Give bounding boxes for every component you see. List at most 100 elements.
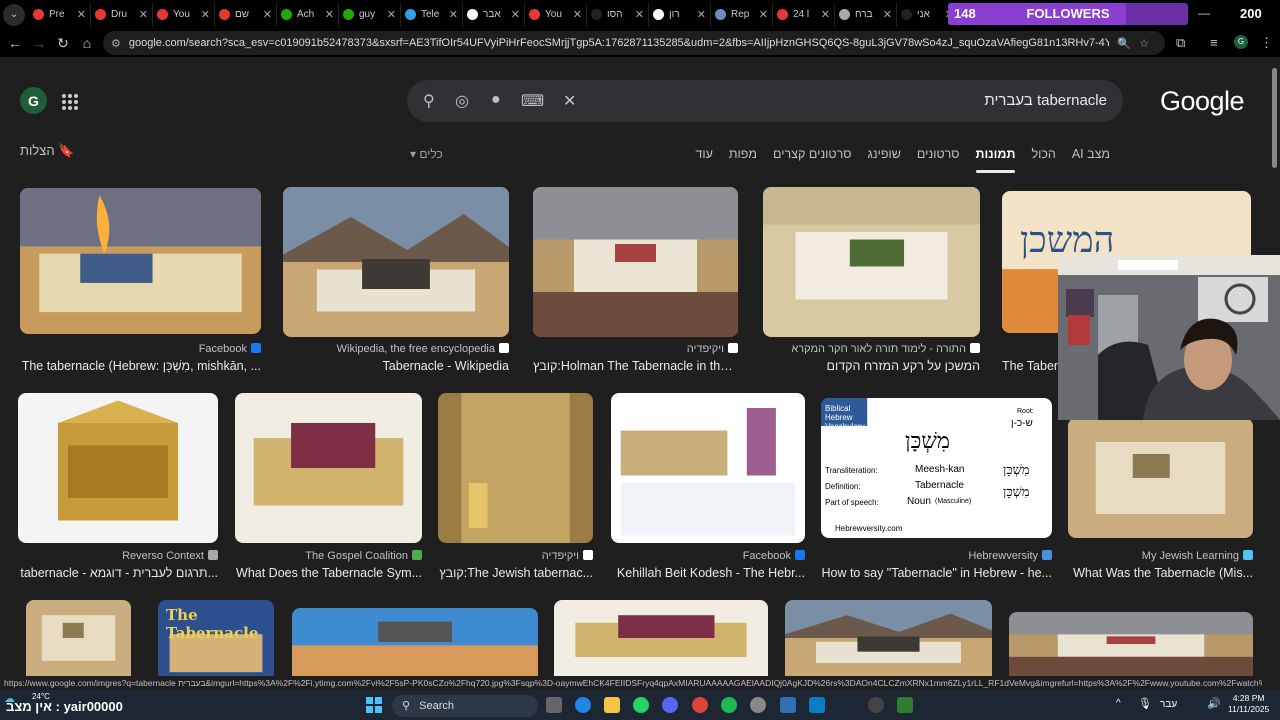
tab-search-icon[interactable]: ⌄ xyxy=(3,3,25,26)
result-thumbnail[interactable]: The Tabernacle xyxy=(158,600,274,676)
obs-icon[interactable] xyxy=(868,697,884,713)
home-icon[interactable]: ⌂ xyxy=(75,35,99,51)
filter-tab[interactable]: מפות xyxy=(729,147,757,161)
result-thumbnail[interactable] xyxy=(438,393,593,543)
result-source[interactable]: My Jewish Learning xyxy=(1142,550,1253,562)
result-thumbnail[interactable] xyxy=(283,187,509,337)
tab-close-icon[interactable]: ✕ xyxy=(759,8,768,21)
lens-icon[interactable]: ◎ xyxy=(455,91,469,111)
reload-icon[interactable]: ↻ xyxy=(51,35,75,52)
browser-tab[interactable]: 24 l ✕ xyxy=(773,2,835,27)
result-source[interactable]: Facebook xyxy=(199,343,261,355)
tab-close-icon[interactable]: ✕ xyxy=(449,8,458,21)
browser-tab[interactable]: הסו ✕ xyxy=(587,2,649,27)
result-thumbnail[interactable] xyxy=(26,600,131,676)
result-source[interactable]: התורה - לימוד תורה לאור חקר המקרא xyxy=(791,343,980,355)
result-title[interactable]: המשכן על רקע המזרח הקדום xyxy=(763,359,980,373)
tab-close-icon[interactable]: ✕ xyxy=(883,8,892,21)
result-title[interactable]: קובץ:Holman The Tabernacle in the ... xyxy=(533,359,738,373)
whatsapp-icon[interactable] xyxy=(633,697,649,713)
browser-tab[interactable]: Ach ✕ xyxy=(277,2,339,27)
result-title[interactable]: How to say "Tabernacle" in Hebrew - he..… xyxy=(821,566,1052,580)
browser-tab[interactable]: You ✕ xyxy=(525,2,587,27)
filter-tab[interactable]: תמונות xyxy=(975,147,1015,173)
browser-tab[interactable]: Tele ✕ xyxy=(401,2,463,27)
url-field[interactable]: ⚙ google.com/search?sca_esv=c019091b5247… xyxy=(103,31,1165,55)
tray-chevron-icon[interactable]: ^ xyxy=(1116,698,1121,709)
file-explorer-icon[interactable] xyxy=(604,697,620,713)
spotify-icon[interactable] xyxy=(721,697,737,713)
filter-tab[interactable]: סרטונים קצרים xyxy=(773,147,851,161)
saved-button[interactable]: הצלות 🔖 xyxy=(20,143,74,159)
result-source[interactable]: Reverso Context xyxy=(122,550,218,562)
site-info-icon[interactable]: ⚙ xyxy=(111,37,121,50)
search-box[interactable]: ⚲ ◎ ● ⌨ ✕ tabernacle בעברית xyxy=(407,80,1123,122)
extensions-icon[interactable]: ⧉ xyxy=(1176,35,1185,51)
back-icon[interactable]: ← xyxy=(3,35,27,51)
taskbar-search[interactable]: ⚲ Search xyxy=(392,695,538,717)
browser-tab[interactable]: You ✕ xyxy=(153,2,215,27)
tab-close-icon[interactable]: ✕ xyxy=(139,8,148,21)
steam-icon[interactable] xyxy=(838,697,854,713)
app-icon[interactable] xyxy=(780,697,796,713)
google-logo[interactable]: Google xyxy=(1160,86,1245,117)
result-source[interactable]: The Gospel Coalition xyxy=(305,550,422,562)
discord-icon[interactable] xyxy=(662,697,678,713)
keyboard-language[interactable]: עבר xyxy=(1160,699,1177,710)
account-avatar[interactable]: G xyxy=(20,87,47,114)
tab-close-icon[interactable]: ✕ xyxy=(697,8,706,21)
taskbar-clock[interactable]: 4:28 PM 11/11/2025 xyxy=(1228,693,1269,715)
clear-icon[interactable]: ✕ xyxy=(563,91,576,111)
result-thumbnail[interactable] xyxy=(763,187,980,337)
forward-icon[interactable]: → xyxy=(27,35,51,51)
result-thumbnail[interactable] xyxy=(785,600,992,676)
filter-tab[interactable]: סרטונים xyxy=(917,147,960,161)
settings-icon[interactable] xyxy=(750,697,766,713)
tab-close-icon[interactable]: ✕ xyxy=(821,8,830,21)
menu-icon[interactable]: ⋮ xyxy=(1260,35,1273,51)
result-thumbnail[interactable] xyxy=(533,187,738,337)
result-title[interactable]: קובץ:The Jewish tabernac... xyxy=(438,566,593,580)
profile-icon[interactable]: G xyxy=(1234,35,1248,49)
result-title[interactable]: Tabernacle - Wikipedia xyxy=(283,359,509,373)
mic-icon[interactable]: 🎙 xyxy=(1138,697,1152,710)
result-thumbnail[interactable] xyxy=(1009,612,1253,676)
result-title[interactable]: What Was the Tabernacle (Mis... xyxy=(1068,566,1253,580)
result-source[interactable]: ויקיפדיה xyxy=(542,550,593,562)
result-thumbnail[interactable] xyxy=(554,600,768,676)
browser-tab[interactable]: Dru ✕ xyxy=(91,2,153,27)
task-view-icon[interactable] xyxy=(546,697,562,713)
start-icon[interactable] xyxy=(366,697,382,713)
filter-tab[interactable]: הכול xyxy=(1031,147,1055,161)
filter-tab[interactable]: עוד xyxy=(695,147,712,161)
chrome-icon[interactable] xyxy=(692,697,708,713)
filter-tab[interactable]: שופינג xyxy=(867,147,900,161)
result-title[interactable]: What Does the Tabernacle Sym... xyxy=(235,566,422,580)
minimize-icon[interactable]: — xyxy=(1198,6,1210,20)
result-source[interactable]: Hebrewversity xyxy=(968,550,1052,562)
browser-tab[interactable]: רון ✕ xyxy=(649,2,711,27)
filter-tab[interactable]: מצב AI xyxy=(1072,147,1110,161)
tab-close-icon[interactable]: ✕ xyxy=(325,8,334,21)
notepad-icon[interactable] xyxy=(897,697,913,713)
search-input[interactable]: tabernacle בעברית xyxy=(984,92,1107,109)
mic-icon[interactable]: ● xyxy=(491,91,501,109)
result-source[interactable]: Facebook xyxy=(743,550,805,562)
result-title[interactable]: The Taber xyxy=(1002,359,1062,373)
result-thumbnail[interactable] xyxy=(18,393,218,543)
vscode-icon[interactable] xyxy=(809,697,825,713)
result-thumbnail[interactable] xyxy=(1068,418,1253,538)
result-thumbnail[interactable] xyxy=(235,393,422,543)
search-icon[interactable]: ⚲ xyxy=(423,91,435,111)
result-source[interactable]: Wikipedia, the free encyclopedia xyxy=(337,343,509,355)
edge-icon[interactable] xyxy=(575,697,591,713)
result-thumbnail[interactable] xyxy=(611,393,805,543)
result-title[interactable]: The tabernacle (Hebrew: מִשְׁכָּן, mishk… xyxy=(20,359,261,373)
bookmark-star-icon[interactable]: ☆ xyxy=(1139,37,1149,50)
browser-tab[interactable]: guy ✕ xyxy=(339,2,401,27)
tab-close-icon[interactable]: ✕ xyxy=(511,8,520,21)
scrollbar-thumb[interactable] xyxy=(1272,68,1277,168)
tab-close-icon[interactable]: ✕ xyxy=(263,8,272,21)
tab-close-icon[interactable]: ✕ xyxy=(573,8,582,21)
tab-close-icon[interactable]: ✕ xyxy=(635,8,644,21)
